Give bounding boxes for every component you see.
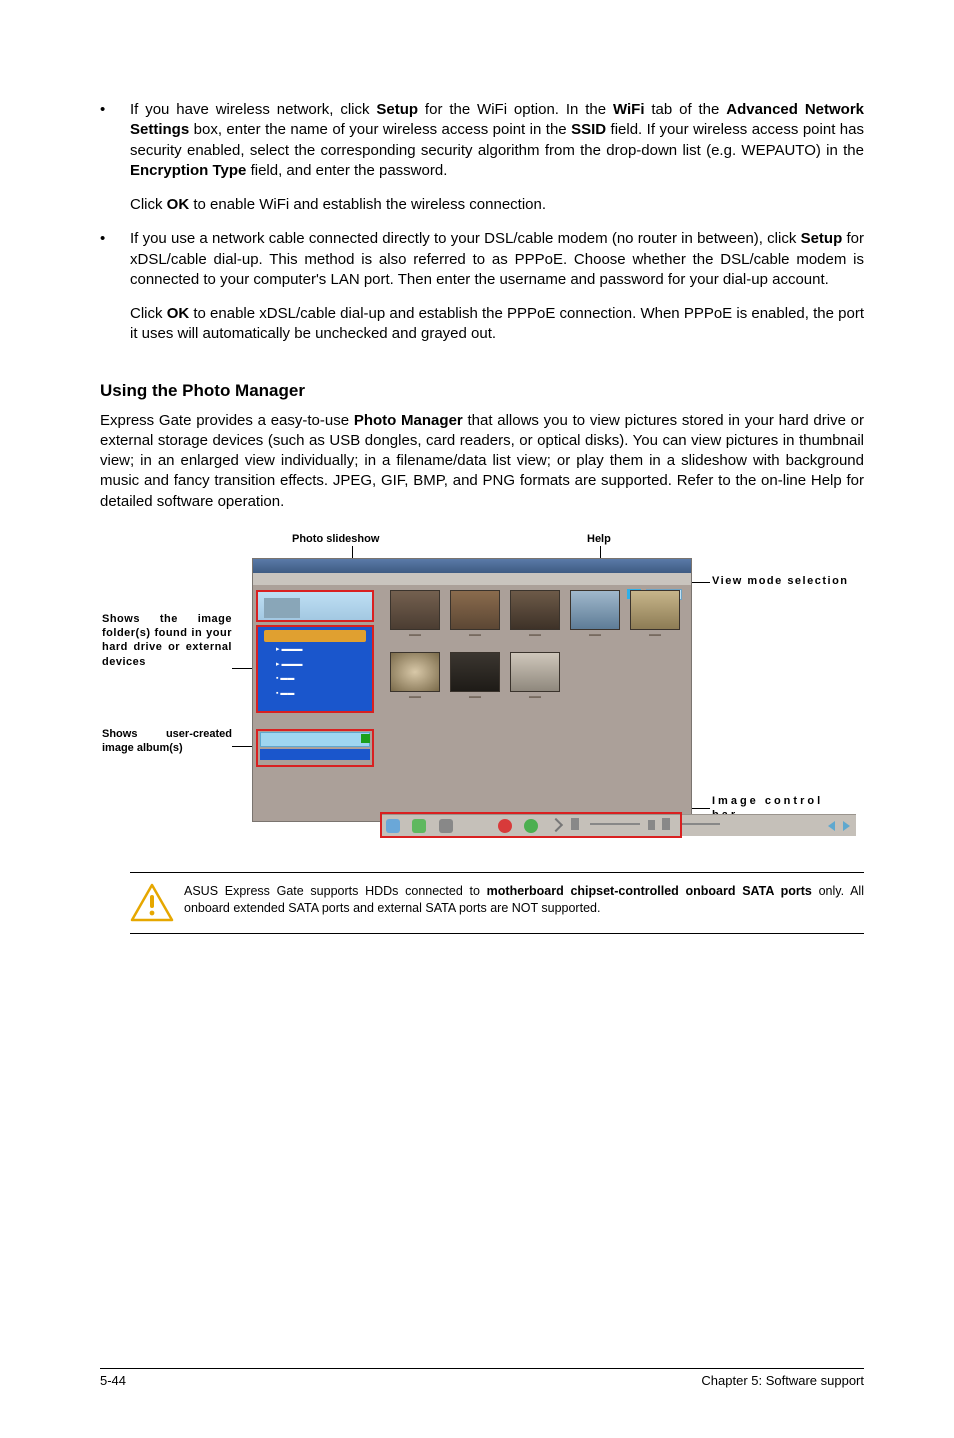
bullet-text: If you use a network cable connected dir… [130,229,864,290]
label-image-folders: Shows the image folder(s) found in your … [102,612,232,669]
body-paragraph: Express Gate provides a easy-to-use Phot… [100,411,864,512]
bullet-marker: • [100,229,130,290]
redbox-header [256,590,374,622]
label-help: Help [587,532,611,546]
bullet-subtext: Click OK to enable WiFi and establish th… [130,195,864,215]
bullet-item: •If you have wireless network, click Set… [100,100,864,181]
footer-page-number: 5-44 [100,1373,126,1388]
caution-icon [130,883,174,923]
photo-manager-figure: Photo slideshow Help View mode selection… [102,532,862,842]
page-footer: 5-44 Chapter 5: Software support [100,1368,864,1388]
note-text: ASUS Express Gate supports HDDs connecte… [184,883,864,917]
heading-photo-manager: Using the Photo Manager [100,381,864,401]
bullet-text: If you have wireless network, click Setu… [130,100,864,181]
bullet-marker: • [100,100,130,181]
note-box: ASUS Express Gate supports HDDs connecte… [130,872,864,934]
bullet-subtext: Click OK to enable xDSL/cable dial-up an… [130,304,864,345]
redbox-control-bar [380,812,682,838]
footer-chapter: Chapter 5: Software support [701,1373,864,1388]
label-user-albums: Shows user-created image album(s) [102,727,232,756]
label-photo-slideshow: Photo slideshow [292,532,379,546]
redbox-folders [256,625,374,713]
bullet-item: •If you use a network cable connected di… [100,229,864,290]
redbox-albums [256,729,374,767]
label-view-mode: View mode selection [712,574,852,588]
